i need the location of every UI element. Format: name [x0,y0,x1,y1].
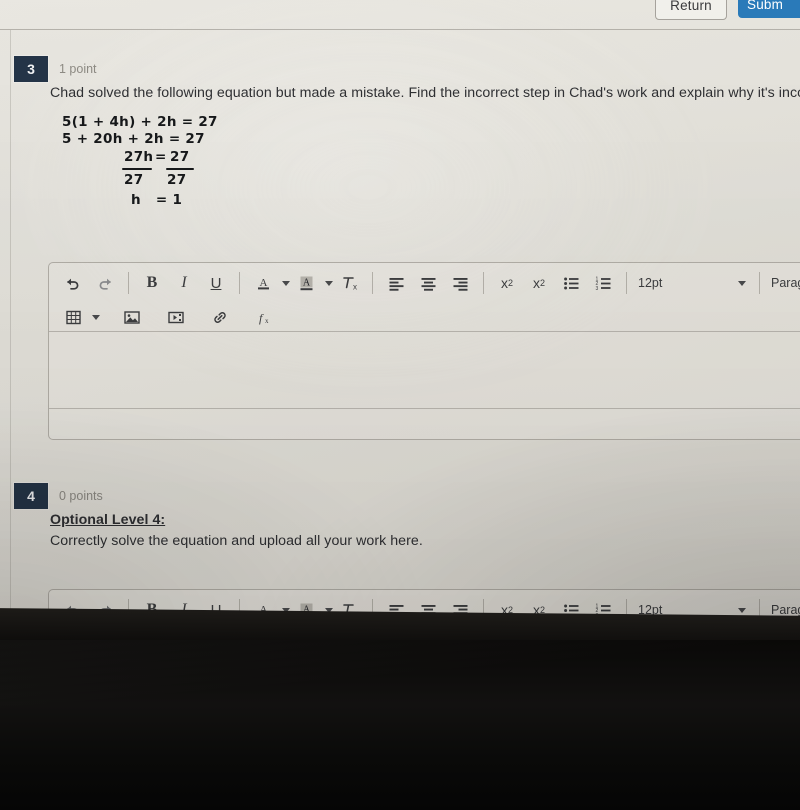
font-size-chevron-down-icon [738,607,746,613]
header-divider [0,29,800,30]
work-line-2: 5 + 20h + 2h = 27 [62,131,205,147]
left-rail-divider [10,30,11,624]
table-icon[interactable] [57,304,89,330]
toolbar-separator [372,272,373,294]
svg-text:A: A [302,277,310,288]
align-left-icon[interactable] [380,270,412,296]
work-line-3-left: 27h [124,149,154,165]
work-line-5: h = 1 [131,192,183,208]
toolbar-separator [759,272,760,294]
question-3-rich-text-editor[interactable]: B I U A A x x 2 x 2 1 2 3 12pt Para f x [48,262,800,440]
bullet-list-icon[interactable] [555,270,587,296]
redo-icon[interactable] [89,270,121,296]
font-size-chevron-down-icon [738,280,746,286]
question-3-answer-textarea[interactable] [49,332,800,407]
superscript-icon[interactable]: x2 [491,270,523,296]
numbered-list-icon[interactable]: 123 [587,270,619,296]
media-icon[interactable] [160,304,192,330]
highlight-color-chevron-down-icon[interactable] [325,280,333,286]
toolbar-separator [239,272,240,294]
undo-icon[interactable] [57,270,89,296]
editor-toolbar-row-1: B I U A A x [49,263,800,303]
link-icon[interactable] [204,304,236,330]
toolbar-separator [483,272,484,294]
image-icon[interactable] [116,304,148,330]
font-size-select[interactable]: 12pt [634,271,752,295]
svg-text:f: f [259,311,264,325]
dark-background [0,640,800,810]
table-chevron-down-icon[interactable] [92,314,100,320]
subscript-icon[interactable]: x2 [523,270,555,296]
align-center-icon[interactable] [412,270,444,296]
question-3-prompt: Chad solved the following equation but m… [50,85,800,101]
toolbar-separator [128,272,129,294]
fraction-bar-right [166,168,194,170]
toolbar-separator [626,272,627,294]
return-button[interactable]: Return [655,0,727,20]
underline-button[interactable]: U [200,270,232,296]
clear-formatting-icon[interactable]: x [333,270,365,296]
fraction-bar-left [122,168,152,170]
question-4-prompt: Correctly solve the equation and upload … [50,533,423,549]
svg-text:A: A [259,277,267,289]
work-line-4-right: 27 [167,172,187,188]
paragraph-style-value: Paragraph [771,276,800,290]
text-color-chevron-down-icon[interactable] [282,280,290,286]
work-line-4-left: 27 [124,172,144,188]
font-size-value: 12pt [638,276,663,290]
text-color-icon[interactable]: A [247,270,279,296]
work-line-3-right: 27 [170,149,190,165]
question-4-number-badge: 4 [14,483,48,509]
submit-button[interactable]: Subm [738,0,800,18]
question-3-points: 1 point [59,62,97,76]
svg-text:3: 3 [595,285,598,290]
svg-text:x: x [265,317,269,325]
page-header: Return Subm [0,0,800,30]
question-4-heading: Optional Level 4: [50,512,166,528]
equation-icon[interactable]: fx [248,304,280,330]
screen-photo-area: Return Subm 3 1 point Chad solved the fo… [0,0,800,624]
italic-button[interactable]: I [168,270,200,296]
align-right-icon[interactable] [444,270,476,296]
work-line-1: 5(1 + 4h) + 2h = 27 [62,114,218,130]
highlight-color-icon[interactable]: A [290,270,322,296]
work-line-3-equals: = [155,149,167,165]
question-3-number-badge: 3 [14,56,48,82]
editor-status-bar [49,409,800,439]
bold-button[interactable]: B [136,270,168,296]
svg-text:x: x [353,282,357,291]
question-4-points: 0 points [59,489,103,503]
editor-toolbar-row-2: fx [49,303,800,331]
paragraph-style-select[interactable]: Paragraph [767,271,800,295]
